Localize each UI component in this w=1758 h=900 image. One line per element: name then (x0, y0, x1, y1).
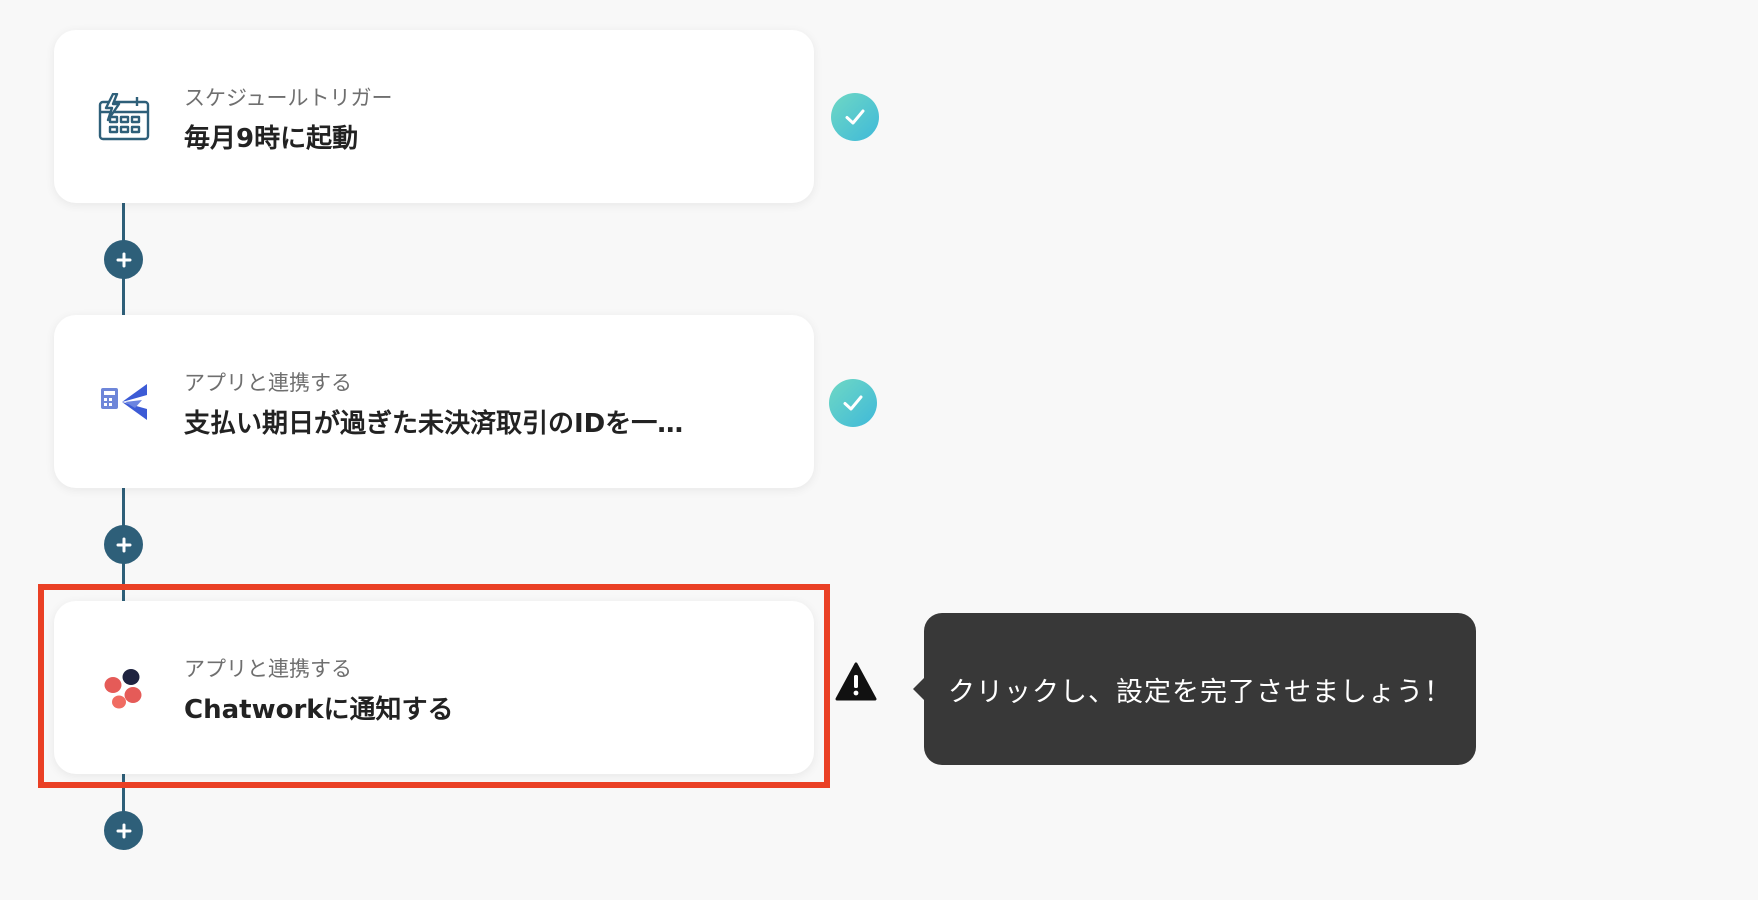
add-step-button[interactable] (104, 240, 143, 279)
step-card-chatwork[interactable]: アプリと連携する Chatworkに通知する (54, 601, 814, 774)
plus-icon (116, 537, 131, 552)
step-title: 支払い期日が過ぎた未決済取引のIDを一… (184, 409, 684, 439)
calendar-schedule-icon (96, 90, 152, 144)
setup-tooltip: クリックし、設定を完了させましょう！ (913, 613, 1476, 765)
step-type-label: アプリと連携する (184, 371, 352, 395)
step-status-complete (831, 93, 879, 141)
check-icon (843, 395, 863, 411)
plus-icon (116, 252, 131, 267)
step-title: Chatworkに通知する (184, 695, 454, 725)
step-status-complete (829, 379, 877, 427)
step-card-schedule-trigger[interactable]: スケジュールトリガー 毎月9時に起動 (54, 30, 814, 203)
tooltip-text: クリックし、設定を完了させましょう！ (948, 676, 1452, 708)
step-type-label: アプリと連携する (184, 657, 352, 681)
tooltip-arrow (913, 678, 924, 700)
chatwork-icon (96, 661, 152, 715)
warning-icon (834, 660, 878, 704)
add-step-button[interactable] (104, 811, 143, 850)
check-icon (845, 109, 865, 125)
freee-accounting-icon (96, 375, 152, 429)
add-step-button[interactable] (104, 525, 143, 564)
plus-icon (116, 823, 131, 838)
step-card-freee[interactable]: アプリと連携する 支払い期日が過ぎた未決済取引のIDを一… (54, 315, 814, 488)
step-title: 毎月9時に起動 (184, 124, 359, 154)
step-type-label: スケジュールトリガー (184, 86, 393, 110)
